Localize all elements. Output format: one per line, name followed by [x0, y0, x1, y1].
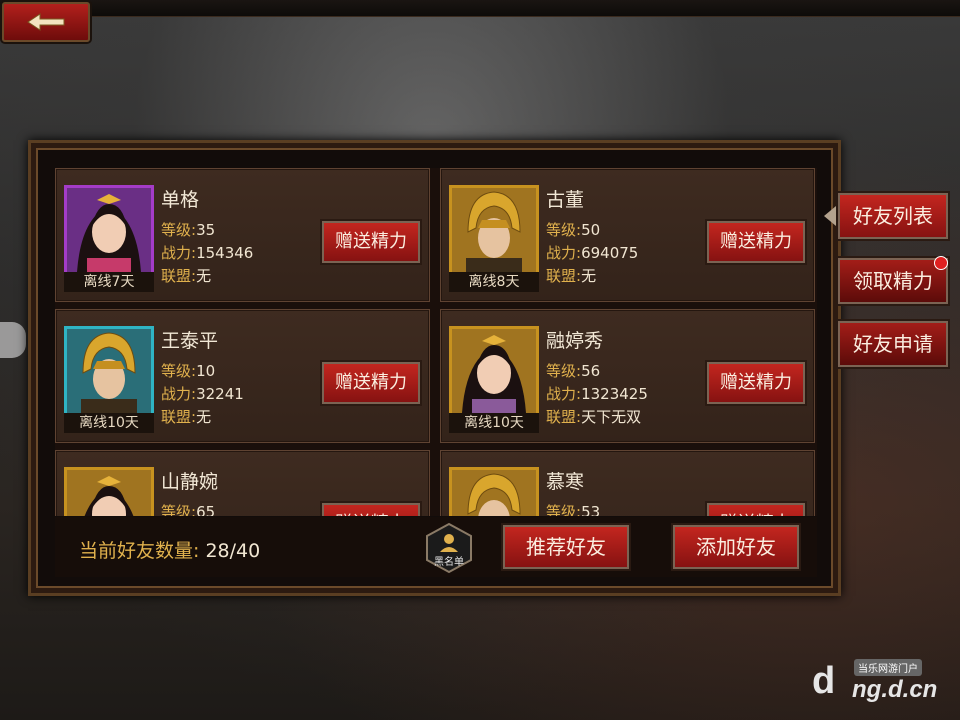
power-value: 154346 [196, 244, 254, 262]
avatar[interactable] [64, 326, 154, 416]
alliance-row: 联盟:无 [161, 408, 212, 426]
watermark-tagline: 当乐网游门户 [854, 659, 922, 676]
female-portrait-icon [452, 329, 536, 413]
power-row: 战力:694075 [546, 244, 639, 262]
level-value: 50 [581, 221, 601, 239]
alliance-row: 联盟:无 [161, 267, 212, 285]
back-arrow-icon [27, 13, 65, 31]
tab-claim-energy[interactable]: 领取精力 [838, 258, 948, 304]
gift-energy-button[interactable]: 赠送精力 [707, 362, 805, 404]
level-value: 56 [581, 362, 601, 380]
player-name: 山静婉 [161, 471, 219, 493]
alliance-value: 无 [196, 408, 212, 426]
level-row: 等级:53 [546, 501, 600, 516]
level-row: 等级:50 [546, 221, 601, 239]
alliance-row: 联盟:天下无双 [546, 408, 642, 426]
recommend-friends-button[interactable]: 推荐好友 [503, 525, 629, 569]
friend-card: 离线7天 单格 等级:35 战力:154346 联盟:无 赠送精力 [55, 168, 430, 302]
tab-friend-list[interactable]: 好友列表 [838, 193, 948, 239]
level-value: 65 [196, 503, 216, 516]
gift-energy-button[interactable]: 赠送精力 [707, 221, 805, 263]
player-name: 古董 [546, 189, 585, 211]
power-row: 战力:154346 [161, 244, 254, 262]
watermark-site: ng.d.cn [852, 676, 938, 703]
gift-energy-button[interactable]: 赠送精力 [707, 503, 805, 516]
male-portrait-icon [452, 470, 536, 516]
player-name: 融婷秀 [546, 330, 604, 352]
level-row: 等级:65 [161, 501, 215, 516]
gift-energy-button[interactable]: 赠送精力 [322, 362, 420, 404]
male-portrait-icon [67, 329, 151, 413]
avatar[interactable] [449, 467, 539, 516]
friend-card: 离线10天 王泰平 等级:10 战力:32241 联盟:无 赠送精力 [55, 309, 430, 443]
friend-count-value: 28/40 [205, 540, 261, 562]
gift-energy-button[interactable]: 赠送精力 [322, 221, 420, 263]
avatar[interactable] [449, 326, 539, 416]
top-bar [0, 0, 960, 17]
friend-count: 当前好友数量: 28/40 [79, 540, 261, 562]
level-row: 等级:35 [161, 221, 216, 239]
alliance-value: 无 [581, 267, 597, 285]
side-handle[interactable] [0, 322, 26, 358]
friend-card: 慕寒 等级:53 赠送精力 [440, 450, 815, 516]
power-value: 32241 [196, 385, 244, 403]
offline-status: 离线10天 [64, 413, 154, 433]
power-value: 694075 [581, 244, 639, 262]
female-portrait-icon [67, 188, 151, 272]
offline-status: 离线8天 [449, 272, 539, 292]
friends-footer: 当前好友数量: 28/40 黑名单 推荐好友 添加好友 [55, 517, 817, 577]
player-name: 王泰平 [161, 330, 219, 352]
level-value: 10 [196, 362, 216, 380]
back-button[interactable] [2, 2, 90, 42]
friend-card: 离线10天 融婷秀 等级:56 战力:1323425 联盟:天下无双 赠送精力 [440, 309, 815, 443]
friend-card: 山静婉 等级:65 赠送精力 [55, 450, 430, 516]
active-tab-arrow-icon [824, 206, 836, 226]
alliance-row: 联盟:无 [546, 267, 597, 285]
blacklist-button[interactable]: 黑名单 [425, 522, 473, 574]
avatar[interactable] [64, 467, 154, 516]
male-portrait-icon [452, 188, 536, 272]
watermark-logo-icon: d [812, 660, 836, 702]
friend-card: 离线8天 古董 等级:50 战力:694075 联盟:无 赠送精力 [440, 168, 815, 302]
level-value: 35 [196, 221, 216, 239]
friend-list[interactable]: 离线7天 单格 等级:35 战力:154346 联盟:无 赠送精力 离线8天 古… [55, 168, 817, 516]
power-row: 战力:32241 [161, 385, 244, 403]
blacklist-label: 黑名单 [434, 555, 464, 568]
level-value: 53 [581, 503, 601, 516]
notification-badge [934, 256, 948, 270]
offline-status: 离线7天 [64, 272, 154, 292]
player-name: 单格 [161, 189, 200, 211]
level-row: 等级:10 [161, 362, 216, 380]
add-friend-button[interactable]: 添加好友 [673, 525, 799, 569]
avatar[interactable] [64, 185, 154, 275]
alliance-value: 天下无双 [581, 408, 642, 426]
blacklist-icon: 黑名单 [426, 522, 472, 574]
player-name: 慕寒 [546, 471, 585, 493]
gift-energy-button[interactable]: 赠送精力 [322, 503, 420, 516]
alliance-value: 无 [196, 267, 212, 285]
avatar[interactable] [449, 185, 539, 275]
level-row: 等级:56 [546, 362, 601, 380]
offline-status: 离线10天 [449, 413, 539, 433]
female-portrait-icon [67, 470, 151, 516]
tab-friend-requests[interactable]: 好友申请 [838, 321, 948, 367]
power-row: 战力:1323425 [546, 385, 648, 403]
power-value: 1323425 [581, 385, 648, 403]
